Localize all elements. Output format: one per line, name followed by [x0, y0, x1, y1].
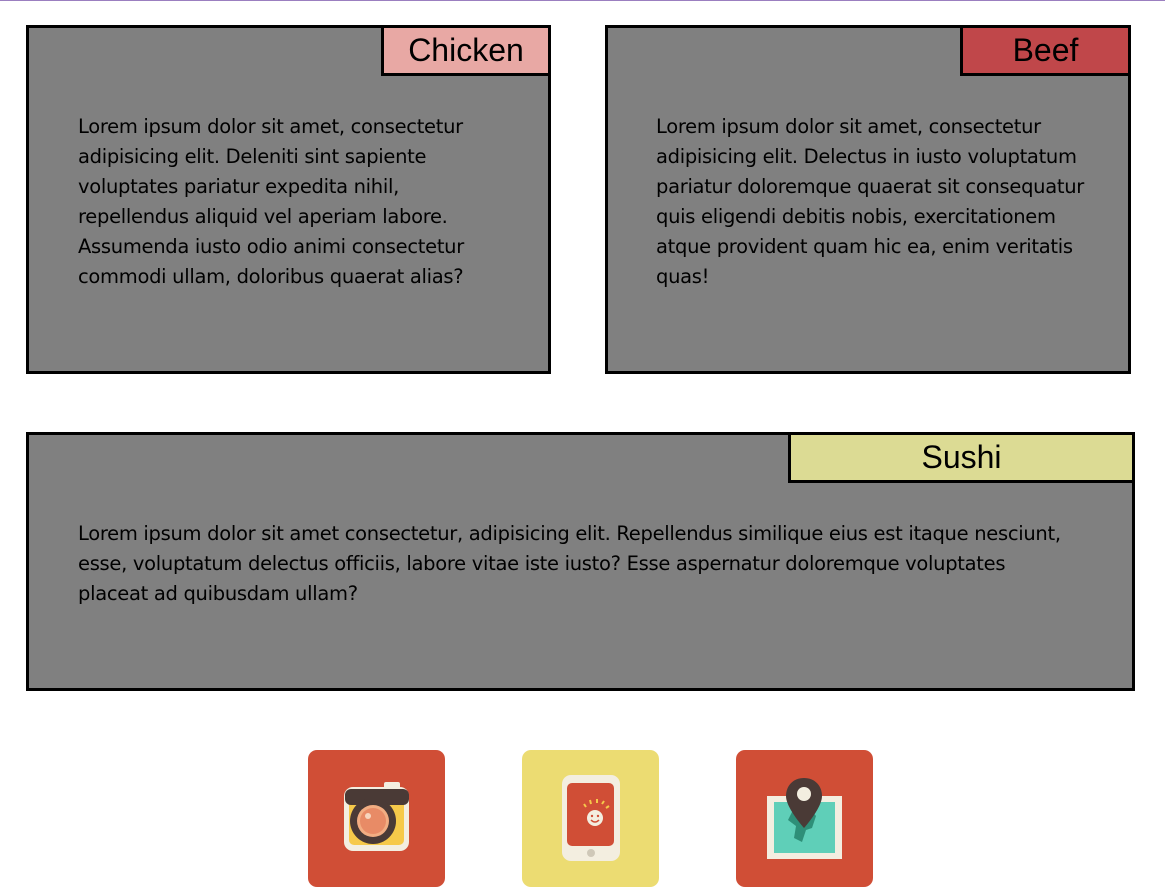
card-beef: Beef Lorem ipsum dolor sit amet, consect… — [605, 25, 1131, 374]
card-text-beef: Lorem ipsum dolor sit amet, consectetur … — [656, 115, 1084, 288]
card-chicken: Chicken Lorem ipsum dolor sit amet, cons… — [26, 25, 551, 374]
card-tag-sushi: Sushi — [788, 435, 1132, 483]
card-tag-beef: Beef — [960, 28, 1128, 76]
card-text-chicken: Lorem ipsum dolor sit amet, consectetur … — [78, 115, 464, 288]
phone-icon[interactable] — [522, 750, 659, 887]
card-tag-chicken: Chicken — [381, 28, 548, 76]
top-divider — [0, 0, 1165, 1]
card-text-sushi: Lorem ipsum dolor sit amet consectetur, … — [78, 522, 1061, 605]
card-sushi: Sushi Lorem ipsum dolor sit amet consect… — [26, 432, 1135, 691]
map-pin-icon[interactable] — [736, 750, 873, 887]
camera-icon[interactable] — [308, 750, 445, 887]
